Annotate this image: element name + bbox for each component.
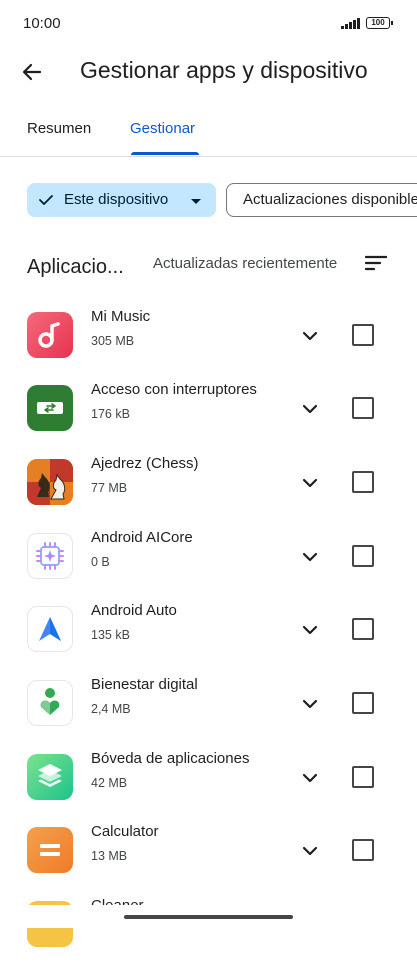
status-bar: 10:00 100	[0, 0, 417, 48]
app-name: Calculator	[91, 823, 159, 840]
this-device-chip-label: Este dispositivo	[64, 191, 169, 208]
expand-chevron-icon[interactable]	[300, 768, 320, 788]
app-checkbox[interactable]	[352, 692, 374, 714]
dropdown-arrow-icon	[191, 199, 201, 204]
app-size: 305 MB	[91, 334, 135, 348]
app-size: 2,4 MB	[91, 702, 131, 716]
tab-manage[interactable]: Gestionar	[130, 120, 195, 137]
aicore-icon	[27, 533, 73, 579]
app-row-android-auto[interactable]: Android Auto 135 kB	[0, 602, 417, 678]
app-size: 0 B	[91, 555, 110, 569]
app-name: Android Auto	[91, 602, 177, 619]
this-device-chip[interactable]: Este dispositivo	[27, 183, 216, 217]
mi-music-icon	[27, 312, 73, 358]
app-checkbox[interactable]	[352, 839, 374, 861]
tab-bar: Resumen Gestionar	[0, 110, 417, 157]
page-title: Gestionar apps y dispositivo	[80, 57, 368, 83]
app-size: 42 MB	[91, 776, 128, 790]
expand-chevron-icon[interactable]	[300, 620, 320, 640]
digital-wellbeing-icon	[27, 680, 73, 726]
app-name: Ajedrez (Chess)	[91, 455, 199, 472]
switch-access-icon	[27, 385, 73, 431]
app-name: Mi Music	[91, 308, 151, 325]
sort-icon[interactable]	[365, 254, 387, 272]
app-vault-icon	[27, 754, 73, 800]
app-checkbox[interactable]	[352, 766, 374, 788]
app-row-chess[interactable]: Ajedrez (Chess) 77 MB	[0, 455, 417, 531]
sort-label[interactable]: Actualizadas recientemente	[153, 255, 337, 272]
back-button[interactable]	[16, 56, 48, 88]
expand-chevron-icon[interactable]	[300, 841, 320, 861]
app-row-digital-wellbeing[interactable]: Bienestar digital 2,4 MB	[0, 676, 417, 752]
active-tab-indicator	[131, 152, 199, 155]
app-row-mi-music[interactable]: Mi Music 305 MB	[0, 308, 417, 384]
app-name: Bienestar digital	[91, 676, 198, 693]
app-row-app-vault[interactable]: Bóveda de aplicaciones 42 MB	[0, 750, 417, 826]
section-title: Aplicacio...	[27, 256, 124, 278]
app-checkbox[interactable]	[352, 545, 374, 567]
app-name: Bóveda de aplicaciones	[91, 750, 250, 767]
calculator-icon	[27, 827, 73, 873]
app-name: Acceso con interruptores	[91, 381, 257, 398]
app-size: 135 kB	[91, 628, 130, 642]
app-name: Android AICore	[91, 529, 193, 546]
expand-chevron-icon[interactable]	[300, 326, 320, 346]
tab-summary[interactable]: Resumen	[27, 120, 91, 137]
app-checkbox[interactable]	[352, 471, 374, 493]
expand-chevron-icon[interactable]	[300, 547, 320, 567]
expand-chevron-icon[interactable]	[300, 473, 320, 493]
app-checkbox[interactable]	[352, 618, 374, 640]
app-size: 13 MB	[91, 849, 128, 863]
updates-available-chip-label: Actualizaciones disponibles	[243, 191, 417, 208]
check-icon	[39, 195, 53, 205]
chess-icon	[27, 459, 73, 505]
battery-icon: 100	[366, 17, 393, 29]
app-bar: Gestionar apps y dispositivo	[0, 48, 417, 98]
app-row-calculator[interactable]: Calculator 13 MB	[0, 823, 417, 899]
arrow-back-icon	[22, 63, 42, 81]
updates-available-chip[interactable]: Actualizaciones disponibles	[226, 183, 417, 217]
expand-chevron-icon[interactable]	[300, 694, 320, 714]
app-checkbox[interactable]	[352, 324, 374, 346]
signal-icon	[341, 17, 361, 29]
android-auto-icon	[27, 606, 73, 652]
expand-chevron-icon[interactable]	[300, 399, 320, 419]
status-time: 10:00	[23, 15, 61, 32]
app-row-switch-access[interactable]: Acceso con interruptores 176 kB	[0, 381, 417, 457]
app-size: 77 MB	[91, 481, 128, 495]
gesture-handle[interactable]	[124, 915, 293, 919]
app-size: 176 kB	[91, 407, 130, 421]
app-checkbox[interactable]	[352, 397, 374, 419]
app-row-aicore[interactable]: Android AICore 0 B	[0, 529, 417, 605]
